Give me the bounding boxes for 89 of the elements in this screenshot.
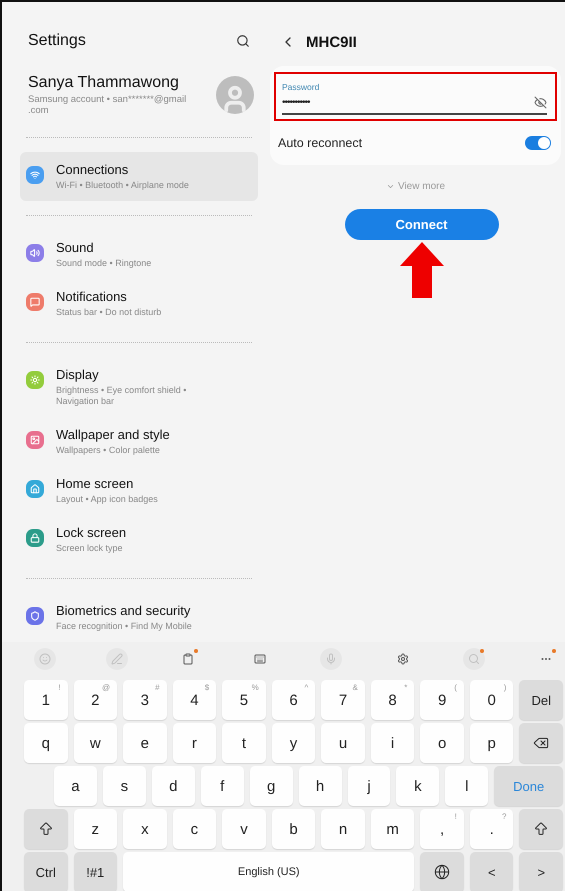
- item-title: Sound: [56, 240, 95, 255]
- item-subtitle: Screen lock type: [56, 543, 124, 554]
- keyboard-key[interactable]: w: [74, 723, 118, 763]
- keyboard-key[interactable]: i: [370, 723, 414, 763]
- item-title: Home screen: [56, 476, 134, 491]
- keyboard-key[interactable]: x: [123, 809, 167, 849]
- shift-key[interactable]: [519, 809, 563, 849]
- keyboard-key[interactable]: d: [152, 766, 195, 806]
- item-subtitle: Layout • App icon badges: [56, 494, 159, 505]
- keyboard-key[interactable]: 3 #: [123, 680, 167, 720]
- network-title: MHC9II: [306, 34, 357, 50]
- profile-name[interactable]: Sanya Thammawong: [28, 74, 200, 92]
- keyboard-key[interactable]: >: [519, 852, 563, 891]
- search-icon[interactable]: [236, 34, 250, 48]
- keyboard-key[interactable]: 6 ^: [272, 680, 316, 720]
- keyboard-key[interactable]: c: [172, 809, 216, 849]
- backspace-key[interactable]: [519, 723, 563, 763]
- keyboard-key[interactable]: v: [222, 809, 266, 849]
- keyboard-key[interactable]: h: [298, 766, 342, 806]
- keyboard-key[interactable]: t: [222, 723, 266, 763]
- settings-item[interactable]: Biometrics and security Face recognition • Find My Mobile: [20, 593, 258, 642]
- keyboard-key[interactable]: n: [321, 809, 365, 849]
- keyboard-key[interactable]: 9 (: [420, 680, 464, 720]
- keyboard-key[interactable]: y: [272, 723, 316, 763]
- space-key[interactable]: English (US): [123, 852, 414, 891]
- item-title: Connections: [56, 162, 130, 177]
- keyboard-key[interactable]: p: [470, 723, 514, 763]
- settings-item[interactable]: Lock screen Screen lock type: [20, 515, 258, 564]
- keyboard-key[interactable]: a: [54, 766, 97, 806]
- chevron-icon: [386, 182, 395, 191]
- keyboard-key[interactable]: u: [321, 723, 365, 763]
- settings-title: Settings: [28, 32, 86, 50]
- keyboard-key[interactable]: m: [370, 809, 414, 849]
- keyboard-key[interactable]: g: [250, 766, 293, 806]
- keyboard-key[interactable]: <: [470, 852, 514, 891]
- keyboard-key[interactable]: q: [24, 723, 68, 763]
- settings-item[interactable]: Wallpaper and style Wallpapers • Color palette: [20, 417, 258, 466]
- keyboard-key[interactable]: 8 *: [370, 680, 414, 720]
- hide-password-icon[interactable]: [534, 96, 547, 109]
- keyboard-key[interactable]: Del: [519, 680, 563, 720]
- keyboard-key[interactable]: f: [200, 766, 244, 806]
- keyboard-key[interactable]: s: [102, 766, 146, 806]
- account-email: Samsung account • san*******@gmail .com: [28, 94, 188, 116]
- password-label: Password: [282, 82, 320, 92]
- globe-icon: [434, 864, 450, 880]
- pointer-arrow: [400, 242, 444, 298]
- keyboard-key[interactable]: !#1: [74, 852, 117, 891]
- keyboard-key[interactable]: k: [396, 766, 440, 806]
- item-title: Wallpaper and style: [56, 427, 171, 442]
- item-title: Lock screen: [56, 525, 128, 540]
- shift-icon: [38, 821, 54, 837]
- settings-item[interactable]: Display Brightness • Eye comfort shield • Navigation bar: [20, 357, 258, 417]
- backspace-icon: [533, 735, 550, 751]
- item-subtitle: Wi-Fi • Bluetooth • Airplane mode: [56, 180, 190, 191]
- auto-reconnect-label: Auto reconnect: [278, 136, 362, 150]
- settings-item[interactable]: Connections Wi-Fi • Bluetooth • Airplane mode: [20, 152, 258, 201]
- keyboard-key[interactable]: r: [172, 723, 216, 763]
- item-title: Display: [56, 367, 100, 382]
- keyboard-key[interactable]: 0 ): [470, 680, 514, 720]
- item-subtitle: Status bar • Do not disturb: [56, 307, 162, 318]
- keyboard-key[interactable]: l: [445, 766, 488, 806]
- connect-button[interactable]: Connect: [344, 209, 498, 240]
- item-title: Biometrics and security: [56, 603, 192, 618]
- item-subtitle: Wallpapers • Color palette: [56, 445, 161, 456]
- keyboard-key[interactable]: j: [348, 766, 390, 806]
- keyboard-key[interactable]: 5 %: [222, 680, 266, 720]
- keyboard-key[interactable]: 2 @: [74, 680, 118, 720]
- keyboard-key[interactable]: 4 $: [172, 680, 216, 720]
- keyboard-key[interactable]: o: [420, 723, 464, 763]
- password-field[interactable]: •••••••••••: [282, 92, 547, 115]
- item-title: Notifications: [56, 289, 128, 304]
- item-subtitle: Sound mode • Ringtone: [56, 258, 152, 269]
- auto-reconnect-toggle[interactable]: [525, 136, 551, 150]
- keyboard-key[interactable]: Ctrl: [24, 852, 68, 891]
- item-subtitle: Face recognition • Find My Mobile: [56, 621, 193, 632]
- keyboard-key[interactable]: 7 &: [321, 680, 365, 720]
- shift-icon: [533, 821, 550, 837]
- keyboard-key[interactable]: 1 !: [24, 680, 68, 720]
- keyboard-key[interactable]: z: [74, 809, 118, 849]
- language-key[interactable]: [420, 852, 464, 891]
- keyboard-key[interactable]: e: [123, 723, 167, 763]
- item-subtitle: Brightness • Eye comfort shield • Navigation bar: [56, 385, 188, 407]
- keyboard-key[interactable]: , !: [420, 809, 464, 849]
- settings-item[interactable]: Sound Sound mode • Ringtone: [20, 230, 258, 279]
- keyboard-key[interactable]: b: [272, 809, 316, 849]
- settings-item[interactable]: Home screen Layout • App icon badges: [20, 466, 258, 515]
- keyboard-key[interactable]: . ?: [470, 809, 514, 849]
- settings-item[interactable]: Notifications Status bar • Do not disturb: [20, 279, 258, 328]
- shift-key[interactable]: [24, 809, 68, 849]
